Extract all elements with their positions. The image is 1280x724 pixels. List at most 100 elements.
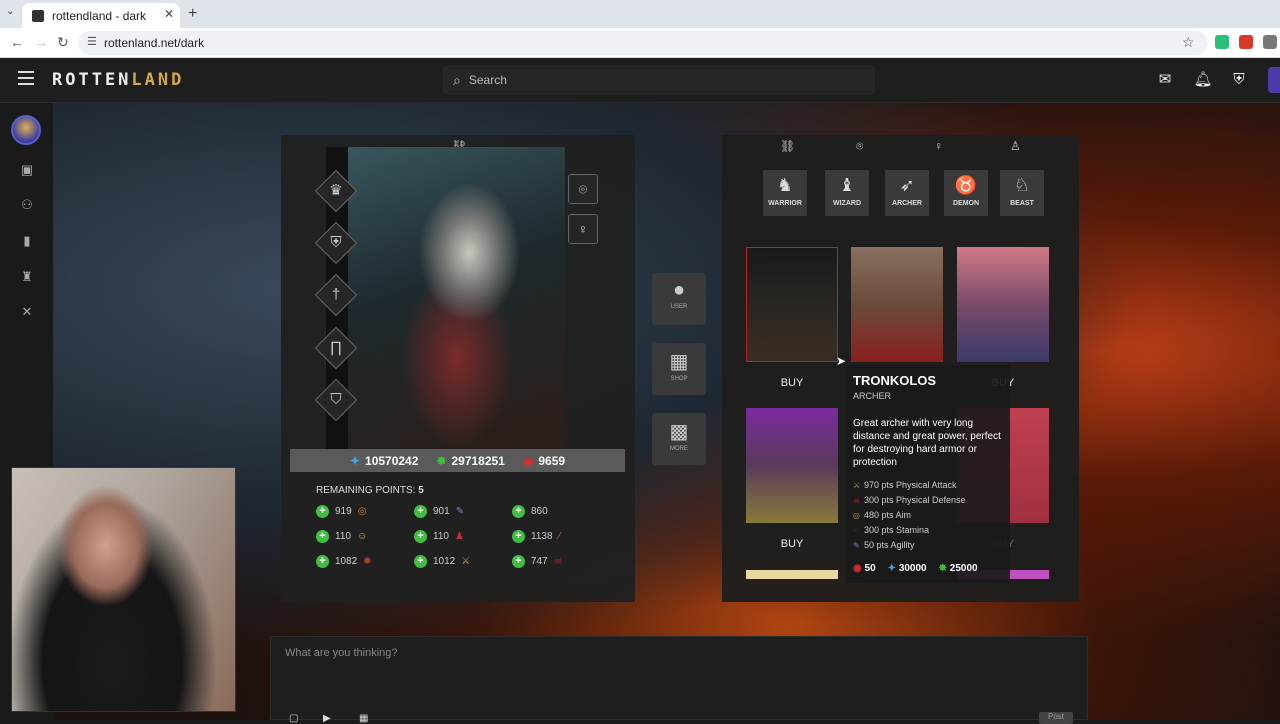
user-nav-button[interactable]: ● USER — [652, 273, 706, 325]
add-point-button[interactable]: + — [414, 505, 427, 518]
character-card-image[interactable] — [746, 247, 838, 362]
category-beast[interactable]: ♘ BEAST — [1000, 170, 1044, 216]
add-point-button[interactable]: + — [512, 530, 525, 543]
search-placeholder: Search — [468, 73, 507, 87]
target-icon: ◎ — [853, 511, 860, 520]
shop-nav-button[interactable]: ▦ SHOP — [652, 343, 706, 395]
buy-button[interactable]: BUY — [746, 538, 838, 550]
feather-icon: ✎ — [455, 506, 465, 517]
gem-icon: ✸ — [436, 453, 447, 468]
stat-line: ⚔ 970 pts Physical Attack — [853, 478, 1002, 493]
add-point-button[interactable]: + — [414, 555, 427, 568]
character-card-image[interactable] — [957, 247, 1049, 362]
new-tab-button[interactable]: + — [188, 5, 197, 23]
tooltip-stats: ⚔ 970 pts Physical Attack ☠ 300 pts Physic… — [853, 478, 1002, 553]
chest-armor-icon: ⛨ — [330, 234, 342, 251]
ring-slot[interactable]: ♀ — [568, 214, 598, 244]
add-point-button[interactable]: + — [316, 530, 329, 543]
category-wizard[interactable]: ♝ WIZARD — [825, 170, 869, 216]
amulet-slot[interactable]: ⌾ — [568, 174, 598, 204]
browser-toolbar: ← → ↻ ☰ rottenland.net/dark ☆ — [0, 28, 1280, 58]
currency-ruby: ◉ 9659 — [522, 453, 566, 468]
image-icon[interactable]: ▢ — [289, 713, 298, 724]
group-icon[interactable]: ⚇ — [18, 196, 36, 214]
post-button[interactable]: Post — [1039, 712, 1073, 724]
address-bar[interactable]: ☰ rottenland.net/dark — [78, 31, 1208, 55]
character-card-image[interactable] — [851, 247, 943, 362]
mail-icon[interactable]: ✉ — [1155, 70, 1175, 90]
tooltip-description: Great archer with very long distance and… — [853, 418, 1001, 468]
add-point-button[interactable]: + — [512, 555, 525, 568]
menu-hamburger-icon[interactable] — [18, 71, 34, 85]
target-icon: ◎ — [357, 506, 367, 517]
category-label: BEAST — [1010, 200, 1034, 207]
robot-icon[interactable]: ▣ — [18, 161, 36, 179]
post-composer[interactable]: What are you thinking? ▢ ▶ ▦ Post — [270, 636, 1088, 724]
figure-filter-icon[interactable]: ♙ — [1010, 139, 1021, 153]
add-point-button[interactable]: + — [512, 505, 525, 518]
character-card-image[interactable] — [746, 408, 838, 523]
buy-button[interactable]: BUY — [746, 377, 838, 389]
extension-icon[interactable] — [1239, 35, 1253, 49]
extension-icon[interactable] — [1215, 35, 1229, 49]
search-input[interactable]: ⌕ Search — [443, 65, 875, 95]
heart-icon: ♥ — [553, 506, 560, 517]
amulet-filter-icon[interactable]: ⌾ — [856, 139, 863, 154]
price-ruby: ◉ 50 — [853, 563, 876, 574]
attribute-row: +919 ◎ — [316, 505, 366, 518]
webcam-overlay — [11, 467, 236, 712]
price-diamond: ✦ 30000 — [887, 563, 927, 574]
shield-icon[interactable]: ⛨ — [1229, 70, 1249, 90]
add-point-button[interactable]: + — [316, 505, 329, 518]
reload-icon[interactable]: ↻ — [57, 34, 69, 51]
crossed-swords-icon[interactable]: ✕ — [18, 303, 36, 321]
site-info-icon[interactable]: ☰ — [87, 35, 97, 48]
stat-line: ♥ 300 pts Stamina — [853, 523, 1002, 538]
remaining-points: REMAINING POINTS: 5 — [316, 485, 424, 496]
nav-label: USER — [670, 304, 688, 310]
shield-slot-icon: ⛉ — [330, 391, 342, 408]
diamond-icon: ✦ — [349, 453, 361, 468]
favicon-icon — [32, 9, 44, 22]
gem-icon: ✸ — [938, 563, 948, 574]
composer-placeholder: What are you thinking? — [285, 647, 398, 659]
forward-arrow-icon[interactable]: → — [34, 34, 48, 50]
ruby-icon: ◉ — [522, 453, 534, 468]
back-arrow-icon[interactable]: ← — [10, 34, 24, 50]
skull-icon: ☠ — [853, 496, 861, 505]
stat-line: ◎ 480 pts Aim — [853, 508, 1002, 523]
mouse-cursor-icon: ➤ — [836, 354, 847, 368]
category-label: WARRIOR — [768, 200, 802, 207]
gif-icon[interactable]: ▦ — [359, 713, 368, 724]
attribute-row: +1082 ✺ — [316, 555, 372, 568]
video-icon[interactable]: ▶ — [323, 713, 331, 724]
category-archer[interactable]: ➶ ARCHER — [885, 170, 929, 216]
bookmark-star-icon[interactable]: ☆ — [1182, 34, 1195, 51]
bug-icon: ✺ — [363, 556, 372, 567]
add-point-button[interactable]: + — [316, 555, 329, 568]
armor-filter-icon[interactable]: ⛓ — [780, 139, 795, 153]
wizard-icon: ♝ — [838, 175, 856, 195]
viking-helmet-icon: ♛ — [329, 182, 343, 199]
more-nav-button[interactable]: ▩ MORE — [652, 413, 706, 465]
sword-icon: † — [331, 286, 341, 303]
site-logo[interactable]: ROTTENLAND — [52, 70, 184, 90]
user-avatar[interactable] — [1268, 67, 1280, 93]
tab-search-chevron-icon[interactable]: ⌄ — [6, 6, 14, 17]
character-card-image[interactable] — [746, 570, 838, 579]
bookmark-icon[interactable]: ▮ — [18, 232, 36, 250]
browser-tab[interactable]: rottendland - dark ✕ — [22, 3, 180, 28]
keyhole-filter-icon[interactable]: ♀ — [934, 139, 943, 153]
profile-avatar[interactable] — [11, 115, 41, 145]
add-point-button[interactable]: + — [414, 530, 427, 543]
category-warrior[interactable]: ♞ WARRIOR — [763, 170, 807, 216]
tab-title: rottendland - dark — [52, 8, 147, 23]
bell-icon[interactable]: 🔔︎ — [1193, 70, 1213, 90]
category-label: DEMON — [952, 200, 980, 207]
extensions-puzzle-icon[interactable] — [1263, 35, 1277, 49]
close-tab-icon[interactable]: ✕ — [164, 7, 174, 21]
category-label: WIZARD — [833, 200, 861, 207]
incognito-icon[interactable]: ♜ — [18, 268, 36, 286]
attribute-row: +110 ☺ — [316, 530, 367, 543]
category-demon[interactable]: ♉ DEMON — [944, 170, 988, 216]
